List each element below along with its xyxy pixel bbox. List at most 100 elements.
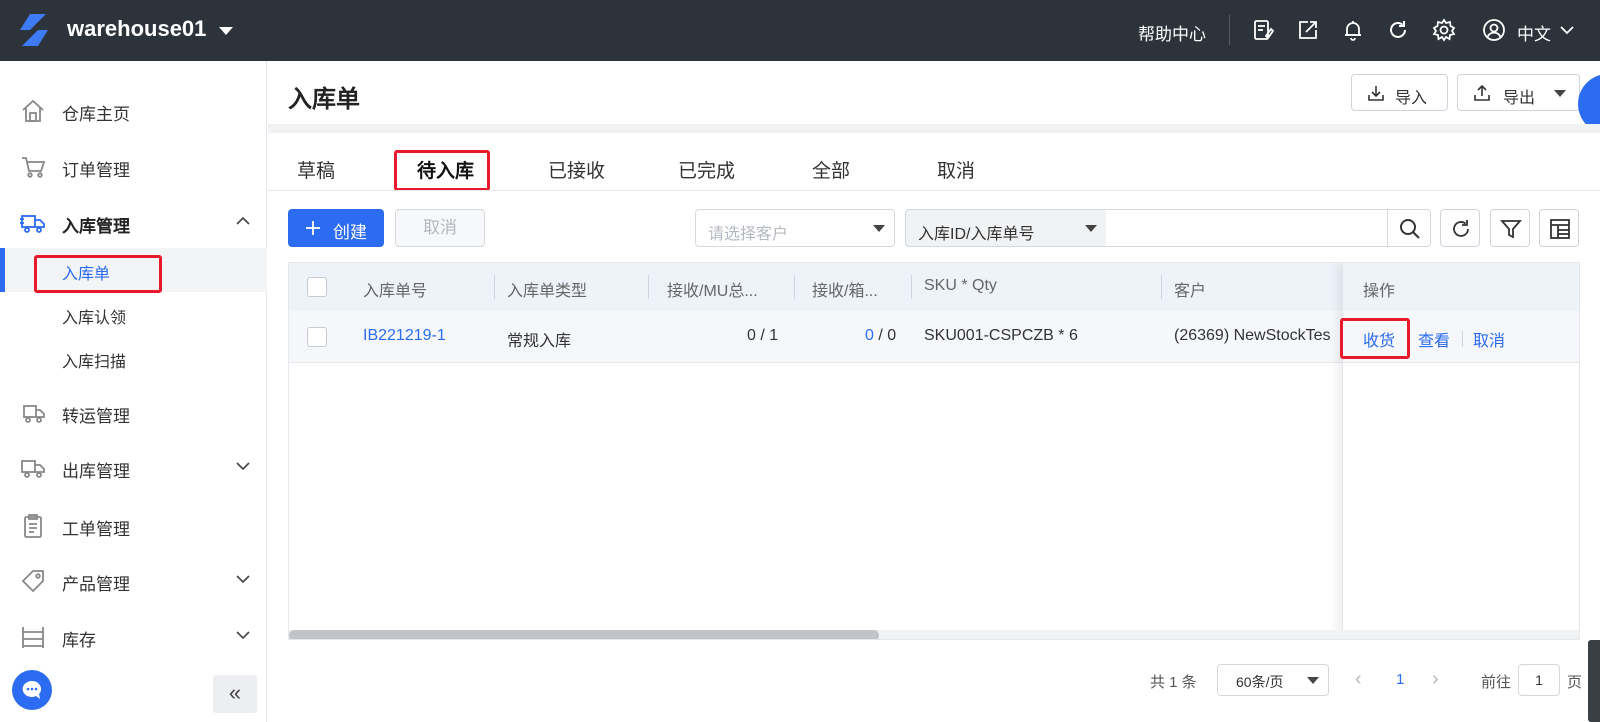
tab-all[interactable]: 全部	[812, 156, 850, 183]
page-unit: 页	[1567, 674, 1583, 691]
sidebar-subitem-inbound-claim[interactable]: 入库认领	[0, 292, 267, 336]
actions-header: 操作	[1343, 263, 1579, 311]
download-icon	[1368, 86, 1384, 101]
next-page-icon[interactable]: ›	[1432, 668, 1439, 691]
export-button[interactable]: 导出	[1457, 74, 1580, 111]
sidebar-item-label: 转运管理	[62, 407, 130, 426]
column-divider[interactable]	[794, 275, 795, 299]
column-header[interactable]: 客户	[1174, 277, 1206, 301]
collapse-sidebar-button[interactable]: «	[213, 675, 257, 713]
refresh-button[interactable]	[1440, 209, 1480, 247]
action-divider	[1462, 331, 1463, 347]
export-label: 导出	[1503, 90, 1536, 107]
current-page[interactable]: 1	[1396, 671, 1404, 688]
language-switch[interactable]: 中文	[1517, 20, 1551, 45]
warehouse-dropdown-icon[interactable]	[219, 27, 233, 35]
share-icon[interactable]	[1296, 18, 1320, 42]
goto-page-input[interactable]: 1	[1518, 664, 1560, 696]
sidebar-item-outbound[interactable]: 出库管理	[0, 439, 267, 495]
create-button[interactable]: 创建	[288, 209, 384, 247]
chevron-up-icon[interactable]	[236, 216, 250, 226]
sidebar-subitem-inbound-scan[interactable]: 入库扫描	[0, 336, 267, 380]
sidebar-subitem-label: 入库认领	[62, 310, 127, 327]
sidebar: 仓库主页 订单管理 入库管理 入库单 入库认领 入库扫描 转运管理 出库管理 工…	[0, 61, 267, 722]
section-divider	[268, 124, 1600, 133]
filter-button[interactable]	[1490, 209, 1530, 247]
user-icon[interactable]	[1482, 18, 1506, 42]
column-settings-button[interactable]	[1539, 209, 1579, 247]
column-divider[interactable]	[494, 275, 495, 299]
sidebar-item-inbound[interactable]: 入库管理	[0, 194, 267, 250]
side-widget[interactable]	[1588, 640, 1600, 722]
import-label: 导入	[1395, 90, 1428, 107]
column-header[interactable]: 入库单类型	[507, 277, 587, 301]
highlight-box	[34, 255, 162, 293]
cancel-link[interactable]: 取消	[1473, 327, 1505, 351]
sidebar-item-label: 入库管理	[62, 217, 130, 236]
box-received-link[interactable]: 0	[865, 327, 874, 344]
column-divider[interactable]	[1161, 275, 1162, 299]
sidebar-item-inventory[interactable]: 库存	[0, 608, 267, 664]
sidebar-item-label: 仓库主页	[62, 105, 130, 124]
search-input[interactable]	[1106, 209, 1388, 247]
sidebar-item-home[interactable]: 仓库主页	[0, 82, 267, 138]
select-all-checkbox[interactable]	[307, 277, 327, 297]
chat-button[interactable]	[12, 670, 52, 710]
settings-icon[interactable]	[1432, 18, 1456, 42]
row-checkbox[interactable]	[307, 327, 327, 347]
home-icon	[20, 98, 46, 124]
caret-down-icon	[1085, 225, 1097, 232]
sidebar-item-label: 产品管理	[62, 575, 130, 594]
outbound-truck-icon	[20, 455, 46, 481]
customer-placeholder: 请选择客户	[708, 226, 789, 243]
chevron-down-icon[interactable]	[236, 461, 250, 471]
column-header[interactable]: 入库单号	[363, 277, 427, 301]
sidebar-item-workorders[interactable]: 工单管理	[0, 497, 267, 553]
top-bar: warehouse01 帮助中心 中文	[0, 0, 1600, 61]
refresh-icon[interactable]	[1386, 18, 1410, 42]
clipboard-icon	[20, 513, 46, 539]
create-label: 创建	[333, 223, 367, 242]
page-size-select[interactable]: 60条/页	[1217, 664, 1329, 696]
cancel-button[interactable]: 取消	[395, 209, 485, 247]
help-center-link[interactable]: 帮助中心	[1138, 20, 1206, 45]
sidebar-item-label: 出库管理	[62, 462, 130, 481]
sidebar-item-orders[interactable]: 订单管理	[0, 138, 267, 194]
caret-down-icon	[1554, 90, 1566, 97]
transfer-truck-icon	[20, 400, 46, 426]
prev-page-icon[interactable]: ‹	[1355, 668, 1362, 691]
column-header[interactable]: 接收/MU总...	[667, 277, 758, 301]
customer-select[interactable]: 请选择客户	[695, 209, 895, 247]
tab-cancelled[interactable]: 取消	[937, 156, 975, 183]
bell-icon[interactable]	[1341, 18, 1365, 42]
customer-name: (26369) NewStockTes	[1174, 327, 1331, 344]
column-header[interactable]: 接收/箱...	[812, 277, 878, 301]
tab-draft[interactable]: 草稿	[297, 156, 335, 183]
notes-icon[interactable]	[1251, 18, 1275, 42]
view-link[interactable]: 查看	[1418, 327, 1450, 351]
sidebar-item-label: 订单管理	[62, 161, 130, 180]
plus-icon	[306, 221, 320, 235]
chevron-down-icon[interactable]	[236, 574, 250, 584]
search-icon	[1400, 219, 1420, 239]
sidebar-item-products[interactable]: 产品管理	[0, 552, 267, 608]
filter-icon	[1500, 220, 1522, 239]
warehouse-name[interactable]: warehouse01	[67, 16, 206, 42]
search-type-select[interactable]: 入库ID/入库单号	[905, 209, 1107, 247]
total-count: 共 1 条	[1150, 674, 1197, 691]
scrollbar-thumb[interactable]	[289, 630, 879, 639]
highlight-box	[394, 150, 490, 191]
search-button[interactable]	[1387, 209, 1431, 247]
chevron-down-icon[interactable]	[236, 630, 250, 640]
tab-completed[interactable]: 已完成	[678, 156, 735, 183]
chevron-down-icon[interactable]	[1560, 25, 1574, 35]
import-button[interactable]: 导入	[1351, 74, 1448, 111]
tab-received[interactable]: 已接收	[548, 156, 605, 183]
column-divider[interactable]	[648, 275, 649, 299]
column-divider[interactable]	[911, 275, 912, 299]
sidebar-item-transfer[interactable]: 转运管理	[0, 384, 267, 440]
sidebar-item-label: 工单管理	[62, 520, 130, 539]
logo-icon	[20, 14, 48, 46]
column-header[interactable]: SKU * Qty	[924, 277, 997, 295]
inbound-order-link[interactable]: IB221219-1	[363, 327, 446, 345]
